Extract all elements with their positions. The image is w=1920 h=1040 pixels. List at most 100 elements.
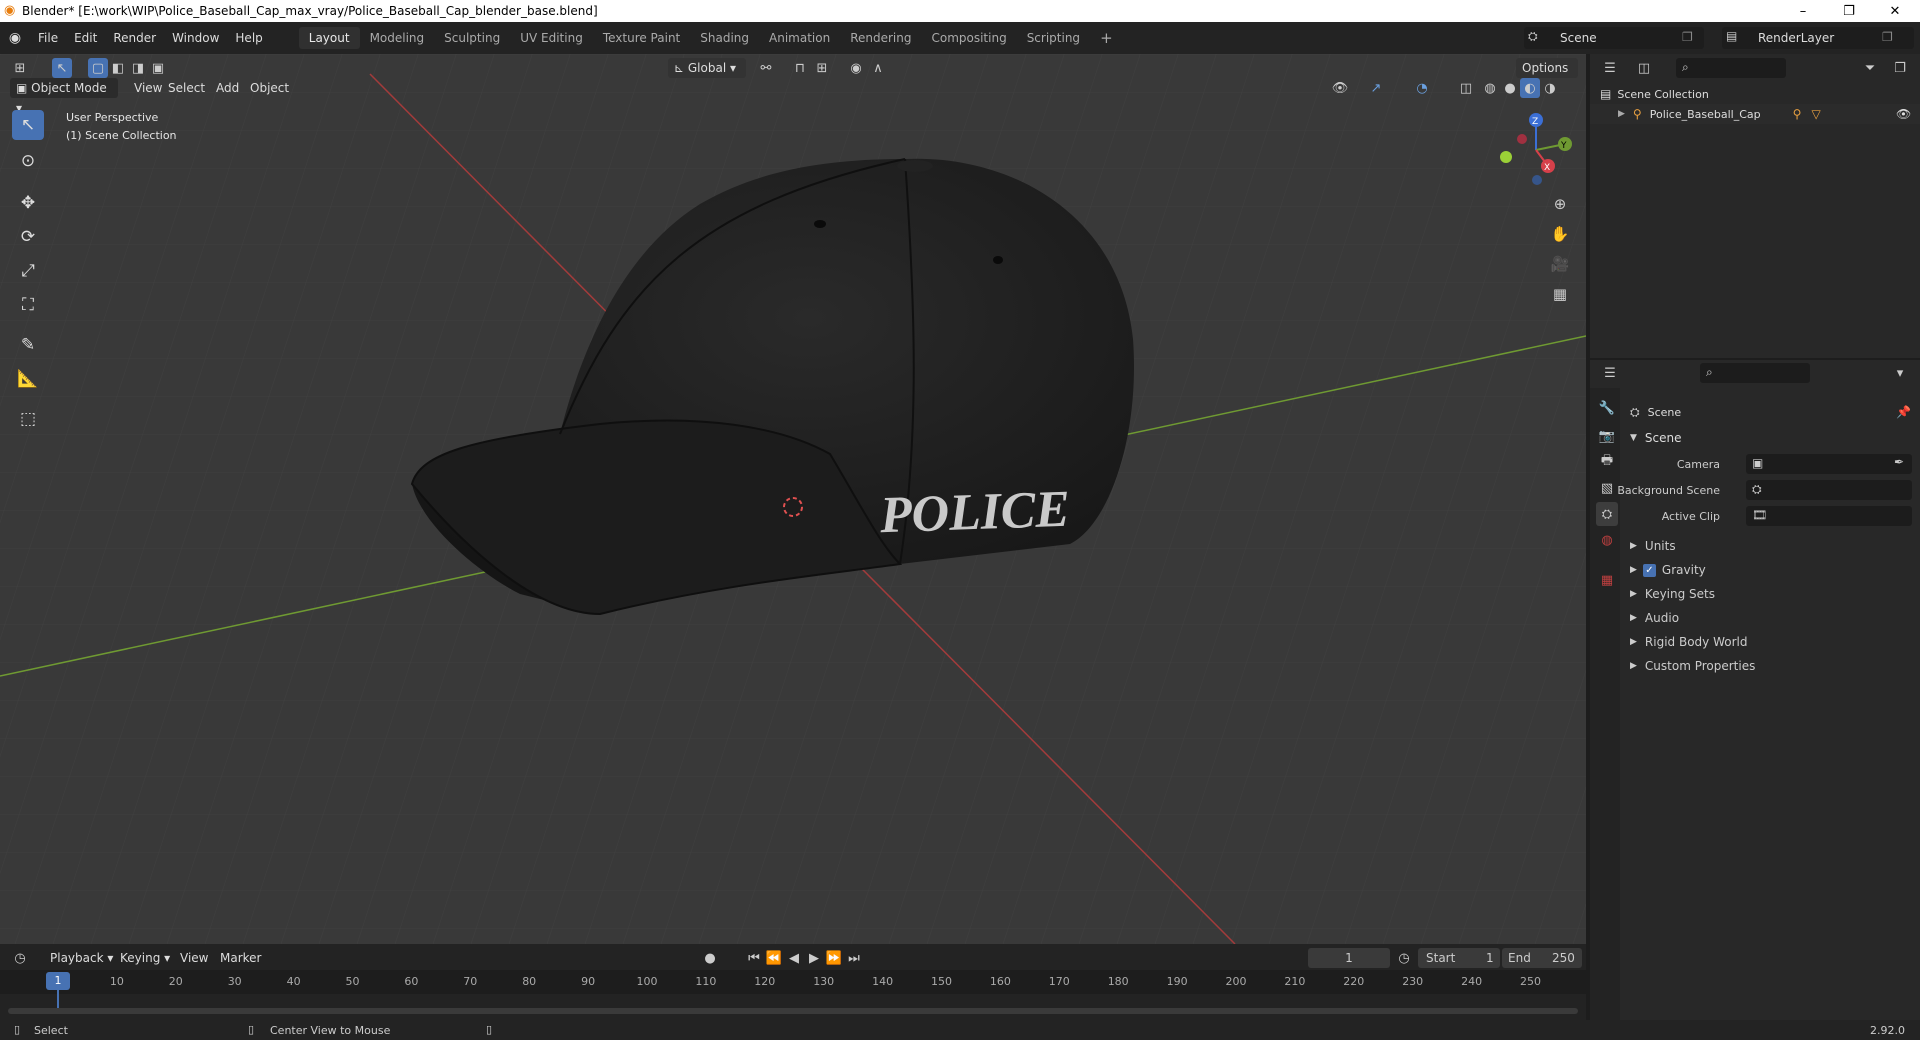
- visibility-icon[interactable]: 👁: [1330, 78, 1350, 98]
- transform-tool-icon[interactable]: ⛶: [12, 290, 44, 320]
- scene-selector[interactable]: ⛭ Scene ❐: [1524, 27, 1704, 49]
- mode-dropdown[interactable]: ▣ Object Mode ▾: [10, 78, 118, 115]
- proportional-edit-icon[interactable]: ◉: [846, 58, 866, 78]
- new-renderlayer-icon[interactable]: ❐: [1882, 30, 1893, 44]
- pin-icon[interactable]: 📌: [1896, 405, 1911, 419]
- overlay-toggle-icon[interactable]: ◔: [1412, 78, 1432, 98]
- outliner-search-input[interactable]: ⌕: [1676, 58, 1786, 78]
- panel-gravity[interactable]: ▶ ✓ Gravity: [1590, 558, 1920, 582]
- rotate-tool-icon[interactable]: ⟳: [12, 222, 44, 252]
- eyedropper-icon[interactable]: ✒: [1894, 455, 1904, 469]
- tab-shading[interactable]: Shading: [690, 27, 759, 49]
- panel-audio[interactable]: ▶ Audio: [1590, 606, 1920, 630]
- mode-subtract-icon[interactable]: ◨: [128, 58, 148, 78]
- new-collection-icon[interactable]: ❐: [1890, 58, 1910, 78]
- rendered-shading-icon[interactable]: ◑: [1540, 78, 1560, 98]
- pan-hand-icon[interactable]: ✋: [1550, 224, 1570, 244]
- play-reverse-icon[interactable]: ◀: [784, 948, 804, 968]
- select-box-icon[interactable]: ↖: [52, 58, 72, 78]
- preview-range-icon[interactable]: ◷: [1394, 948, 1414, 968]
- outliner-row-scene-collection[interactable]: ▤ Scene Collection: [1600, 84, 1916, 104]
- editor-type-icon[interactable]: ⊞: [10, 58, 30, 78]
- tab-modeling[interactable]: Modeling: [360, 27, 435, 49]
- jump-start-icon[interactable]: ⏮: [744, 948, 764, 968]
- close-button[interactable]: ✕: [1872, 0, 1918, 22]
- tab-layout[interactable]: Layout: [298, 27, 360, 49]
- move-tool-icon[interactable]: ✥: [12, 188, 44, 218]
- options-dropdown[interactable]: Options ▾: [1516, 58, 1578, 95]
- new-scene-icon[interactable]: ❐: [1682, 30, 1693, 44]
- outliner-row-object[interactable]: ▶ ⚲ Police_Baseball_Cap ⚲ ▽ 👁: [1590, 104, 1920, 124]
- visibility-eye-icon[interactable]: 👁: [1896, 107, 1911, 121]
- menu-window[interactable]: Window: [164, 22, 227, 54]
- properties-search-input[interactable]: ⌕: [1700, 363, 1810, 383]
- panel-units[interactable]: ▶ Units: [1590, 534, 1920, 558]
- 3d-viewport[interactable]: POLICE Z Y X ⊞ ↖ ▢ ◧ ◨ ▣ ⊾ Global ▾ ⚯ ⊓ …: [0, 54, 1586, 944]
- play-icon[interactable]: ▶: [804, 948, 824, 968]
- maximize-button[interactable]: ❐: [1826, 0, 1872, 22]
- properties-editor-icon[interactable]: ☰: [1600, 363, 1620, 383]
- orientation-dropdown[interactable]: ⊾ Global ▾: [668, 58, 746, 78]
- display-mode-icon[interactable]: ◫: [1634, 58, 1654, 78]
- active-clip-field[interactable]: 🎞: [1746, 506, 1912, 526]
- panel-keying-sets[interactable]: ▶ Keying Sets: [1590, 582, 1920, 606]
- background-scene-field[interactable]: ⛭: [1746, 480, 1912, 500]
- orthographic-grid-icon[interactable]: ▦: [1550, 284, 1570, 304]
- scale-tool-icon[interactable]: ⤢: [12, 256, 44, 286]
- menu-playback[interactable]: Playback ▾: [44, 948, 119, 968]
- measure-tool-icon[interactable]: 📐: [12, 364, 44, 394]
- snap-icon[interactable]: ⊓: [790, 58, 810, 78]
- tab-animation[interactable]: Animation: [759, 27, 840, 49]
- timeline-scrollbar[interactable]: [8, 1008, 1578, 1014]
- zoom-icon[interactable]: ⊕: [1550, 194, 1570, 214]
- gizmo-toggle-icon[interactable]: ↗: [1366, 78, 1386, 98]
- record-icon[interactable]: ●: [700, 948, 720, 968]
- timeline-editor-icon[interactable]: ◷: [10, 948, 30, 968]
- solid-shading-icon[interactable]: ●: [1500, 78, 1520, 98]
- tab-uv-editing[interactable]: UV Editing: [510, 27, 593, 49]
- cursor-tool-icon[interactable]: ⊙: [12, 146, 44, 176]
- falloff-icon[interactable]: ∧: [868, 58, 888, 78]
- menu-keying[interactable]: Keying ▾: [114, 948, 176, 968]
- menu-help[interactable]: Help: [227, 22, 270, 54]
- properties-options-icon[interactable]: ▾: [1890, 363, 1910, 383]
- jump-end-icon[interactable]: ⏭: [844, 948, 864, 968]
- tab-texture-paint[interactable]: Texture Paint: [593, 27, 690, 49]
- menu-marker[interactable]: Marker: [214, 948, 267, 968]
- end-frame-field[interactable]: End 250: [1502, 948, 1582, 968]
- select-tool-icon[interactable]: ↖: [12, 110, 44, 140]
- menu-timeline-view[interactable]: View: [174, 948, 214, 968]
- xray-icon[interactable]: ◫: [1456, 78, 1476, 98]
- frame-ruler[interactable]: 10 20 30 40 50 60 70 80 90 100 110 120 130 140 150 160 1…: [0, 970, 1586, 1012]
- playhead[interactable]: 1: [46, 972, 70, 990]
- tab-scripting[interactable]: Scripting: [1017, 27, 1090, 49]
- mode-extend-icon[interactable]: ◧: [108, 58, 128, 78]
- outliner-editor-icon[interactable]: ☰: [1600, 58, 1620, 78]
- filter-icon[interactable]: ⏷: [1860, 58, 1880, 78]
- panel-custom-properties[interactable]: ▶ Custom Properties: [1590, 654, 1920, 678]
- camera-field[interactable]: ▣ ✒: [1746, 454, 1912, 474]
- jump-keyframe-back-icon[interactable]: ⏪: [764, 948, 784, 968]
- material-shading-icon[interactable]: ◐: [1520, 78, 1540, 98]
- snap-target-icon[interactable]: ⊞: [812, 58, 832, 78]
- tab-sculpting[interactable]: Sculpting: [434, 27, 510, 49]
- current-frame-field[interactable]: 1: [1308, 948, 1390, 968]
- pivot-icon[interactable]: ⚯: [756, 58, 776, 78]
- add-workspace-button[interactable]: +: [1090, 27, 1123, 49]
- panel-scene-header[interactable]: ▼ Scene: [1590, 426, 1920, 450]
- menu-edit[interactable]: Edit: [66, 22, 105, 54]
- add-cube-tool-icon[interactable]: ⬚: [12, 404, 44, 434]
- annotate-tool-icon[interactable]: ✎: [12, 330, 44, 360]
- menu-add[interactable]: Add: [210, 78, 245, 98]
- menu-file[interactable]: File: [30, 22, 66, 54]
- wireframe-shading-icon[interactable]: ◍: [1480, 78, 1500, 98]
- jump-keyframe-forward-icon[interactable]: ⏩: [824, 948, 844, 968]
- expand-arrow-icon[interactable]: ▶: [1618, 109, 1625, 119]
- mode-new-icon[interactable]: ▢: [88, 58, 108, 78]
- minimize-button[interactable]: –: [1780, 0, 1826, 22]
- panel-rigid-body-world[interactable]: ▶ Rigid Body World: [1590, 630, 1920, 654]
- camera-view-icon[interactable]: 🎥: [1550, 254, 1570, 274]
- tab-compositing[interactable]: Compositing: [921, 27, 1016, 49]
- tab-rendering[interactable]: Rendering: [840, 27, 921, 49]
- mode-intersect-icon[interactable]: ▣: [148, 58, 168, 78]
